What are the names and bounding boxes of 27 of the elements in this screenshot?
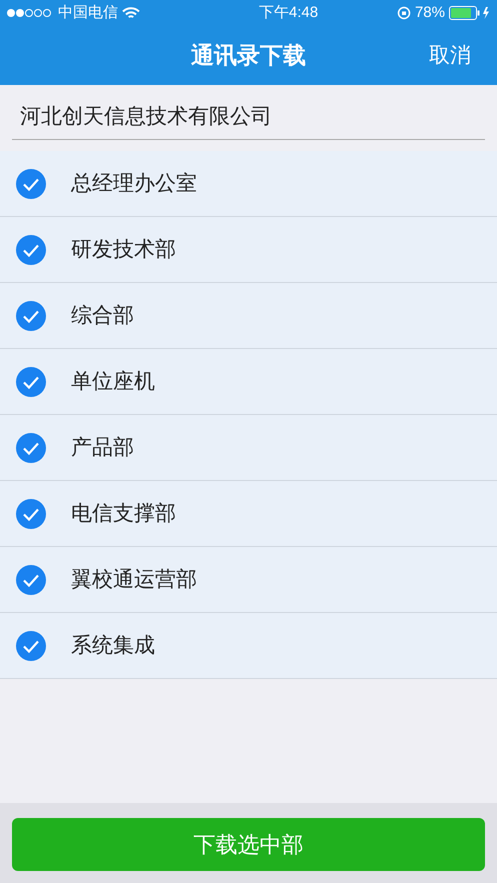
department-name: 翼校通运营部 (71, 566, 197, 593)
department-name: 电信支撑部 (71, 500, 176, 527)
company-name: 河北创天信息技术有限公司 (12, 101, 485, 140)
department-name: 产品部 (71, 434, 134, 461)
carrier-name: 中国电信 (58, 2, 118, 23)
status-time: 下午4:48 (258, 2, 318, 23)
checked-checkbox[interactable] (16, 432, 46, 462)
signal-icon (6, 8, 54, 18)
nav-title: 通讯录下载 (191, 41, 306, 70)
department-name: 总经理办公室 (71, 170, 197, 197)
department-name: 综合部 (71, 302, 134, 329)
department-name: 系统集成 (71, 632, 155, 659)
checked-checkbox[interactable] (16, 564, 46, 594)
wifi-icon (122, 6, 140, 20)
checked-checkbox[interactable] (16, 366, 46, 396)
department-name: 单位座机 (71, 368, 155, 395)
department-name: 研发技术部 (71, 236, 176, 263)
battery-icon (448, 6, 491, 20)
checked-checkbox[interactable] (16, 498, 46, 528)
checked-checkbox[interactable] (16, 300, 46, 330)
download-button[interactable]: 下载选中部 (12, 818, 485, 871)
checked-checkbox[interactable] (16, 168, 46, 198)
checked-checkbox[interactable] (16, 630, 46, 660)
cancel-button[interactable]: 取消 (429, 40, 471, 72)
rotation-lock-icon (396, 6, 411, 20)
checked-checkbox[interactable] (16, 234, 46, 264)
battery-percent: 78% (414, 2, 445, 23)
